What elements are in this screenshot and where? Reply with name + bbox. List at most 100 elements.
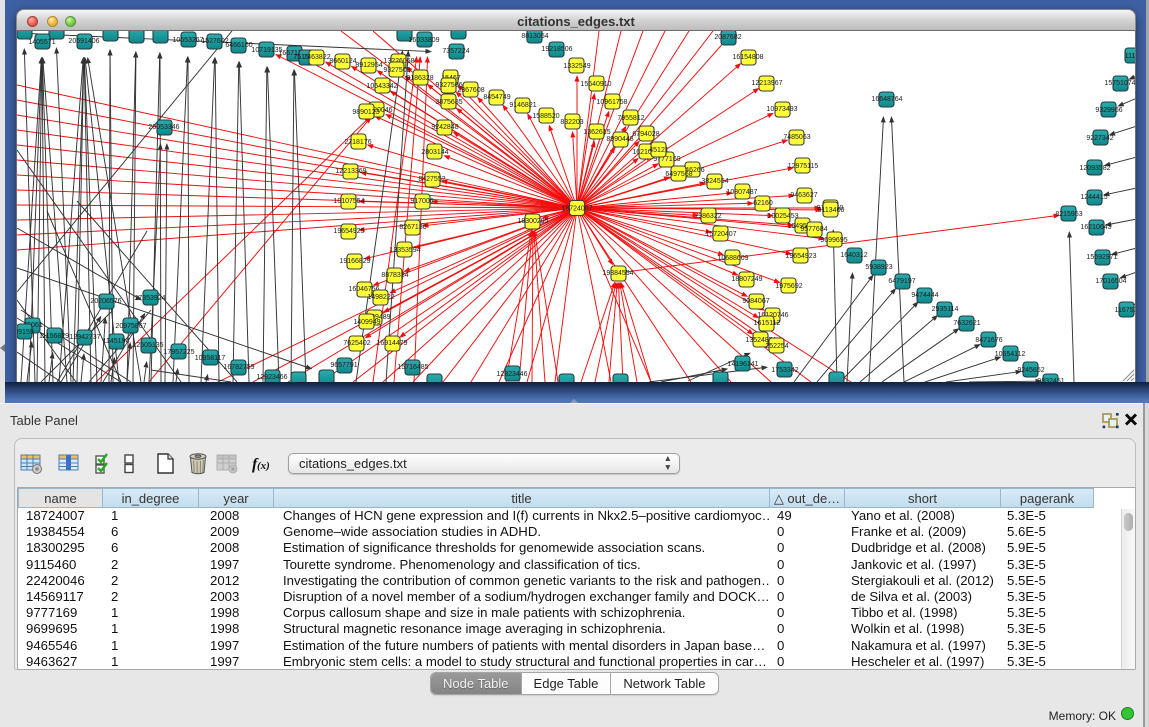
svg-text:12505135: 12505135 bbox=[132, 342, 163, 349]
svg-text:252254: 252254 bbox=[765, 343, 788, 350]
svg-text:11156829: 11156829 bbox=[39, 333, 69, 340]
svg-text:12975115: 12975115 bbox=[788, 163, 819, 170]
svg-text:1975692: 1975692 bbox=[775, 283, 802, 290]
svg-text:1362615: 1362615 bbox=[583, 129, 610, 136]
svg-text:10543342: 10543342 bbox=[366, 83, 397, 90]
svg-text:6479197: 6479197 bbox=[888, 278, 915, 285]
svg-text:8427552: 8427552 bbox=[418, 176, 445, 183]
svg-text:9146821: 9146821 bbox=[509, 102, 536, 109]
svg-text:7986322: 7986322 bbox=[694, 213, 721, 220]
svg-text:116753: 116753 bbox=[1115, 307, 1136, 314]
svg-text:17957225: 17957225 bbox=[163, 349, 194, 356]
svg-text:1112: 1112 bbox=[1125, 53, 1136, 60]
svg-text:18300295: 18300295 bbox=[517, 218, 548, 225]
svg-text:9474444: 9474444 bbox=[911, 292, 938, 299]
svg-text:16648764: 16648764 bbox=[871, 96, 902, 103]
svg-text:45121: 45121 bbox=[649, 147, 669, 154]
svg-text:9242848: 9242848 bbox=[431, 124, 458, 131]
svg-text:7485063: 7485063 bbox=[783, 134, 810, 141]
svg-text:8813054: 8813054 bbox=[521, 33, 548, 40]
svg-text:3824554: 3824554 bbox=[701, 178, 728, 185]
svg-text:8878334: 8878334 bbox=[381, 272, 408, 279]
svg-text:5938923: 5938923 bbox=[865, 264, 892, 271]
svg-text:10025453: 10025453 bbox=[767, 213, 798, 220]
svg-text:2718176: 2718176 bbox=[344, 139, 371, 146]
svg-text:2087682: 2087682 bbox=[714, 34, 741, 41]
svg-text:6794028: 6794028 bbox=[632, 131, 659, 138]
svg-text:3875685: 3875685 bbox=[435, 99, 462, 106]
svg-text:9890123: 9890123 bbox=[352, 109, 379, 116]
svg-text:17353924: 17353924 bbox=[134, 295, 165, 302]
svg-text:19384554: 19384554 bbox=[602, 270, 633, 277]
svg-text:6466160: 6466160 bbox=[225, 42, 252, 49]
svg-text:62160: 62160 bbox=[753, 200, 773, 207]
svg-text:8471676: 8471676 bbox=[975, 337, 1002, 344]
svg-text:10807487: 10807487 bbox=[726, 189, 757, 196]
svg-text:12213967: 12213967 bbox=[751, 80, 782, 87]
svg-text:9577684: 9577684 bbox=[800, 226, 827, 233]
svg-text:1640312: 1640312 bbox=[840, 252, 867, 259]
svg-text:15720407: 15720407 bbox=[705, 231, 736, 238]
svg-text:9327503: 9327503 bbox=[383, 67, 410, 74]
svg-text:16914479: 16914479 bbox=[376, 340, 407, 347]
svg-text:10958117: 10958117 bbox=[195, 355, 226, 362]
svg-text:2935114: 2935114 bbox=[932, 306, 959, 313]
svg-text:9329966: 9329966 bbox=[1095, 107, 1122, 114]
svg-text:9084067: 9084067 bbox=[742, 298, 769, 305]
svg-text:20206576: 20206576 bbox=[90, 298, 121, 305]
svg-text:1244415: 1244415 bbox=[1080, 194, 1107, 201]
svg-text:8215953: 8215953 bbox=[1055, 211, 1082, 218]
svg-text:1615112: 1615112 bbox=[754, 320, 781, 327]
svg-text:15751074: 15751074 bbox=[1104, 80, 1135, 87]
svg-text:9113400: 9113400 bbox=[818, 207, 845, 214]
svg-text:20053346: 20053346 bbox=[148, 124, 179, 131]
svg-text:18807249: 18807249 bbox=[731, 276, 762, 283]
svg-text:(x): (x) bbox=[257, 460, 270, 472]
svg-text:10973493: 10973493 bbox=[766, 106, 797, 113]
svg-text:13353594: 13353594 bbox=[389, 247, 420, 254]
svg-text:15692971: 15692971 bbox=[1086, 254, 1117, 261]
svg-text:18724007: 18724007 bbox=[561, 206, 592, 213]
svg-text:1332549: 1332549 bbox=[563, 63, 590, 70]
svg-text:20691406: 20691406 bbox=[68, 38, 99, 45]
svg-text:39159: 39159 bbox=[17, 329, 34, 336]
svg-text:19654923: 19654923 bbox=[785, 253, 816, 260]
svg-text:15640910: 15640910 bbox=[580, 81, 611, 88]
svg-text:8912954: 8912954 bbox=[355, 62, 382, 69]
svg-text:19218506: 19218506 bbox=[541, 46, 572, 53]
svg-text:9463627: 9463627 bbox=[790, 192, 817, 199]
svg-text:8660124: 8660124 bbox=[329, 58, 356, 65]
svg-text:7463822: 7463822 bbox=[303, 54, 330, 61]
svg-text:16782759: 16782759 bbox=[223, 364, 254, 371]
svg-text:9227342: 9227342 bbox=[1086, 135, 1113, 142]
svg-text:7632621: 7632621 bbox=[953, 320, 980, 327]
svg-text:8267130: 8267130 bbox=[399, 224, 426, 231]
svg-text:917006: 917006 bbox=[410, 198, 433, 205]
svg-text:14196141: 14196141 bbox=[727, 361, 758, 368]
svg-text:1409949: 1409949 bbox=[353, 319, 380, 326]
svg-text:10654112: 10654112 bbox=[995, 351, 1026, 358]
svg-text:9657791: 9657791 bbox=[330, 362, 357, 369]
svg-text:10961758: 10961758 bbox=[596, 99, 627, 106]
svg-text:1145194: 1145194 bbox=[103, 338, 130, 345]
svg-text:12093582: 12093582 bbox=[1079, 165, 1110, 172]
svg-text:19654925: 19654925 bbox=[333, 228, 364, 235]
svg-text:19166829: 19166829 bbox=[339, 258, 370, 265]
svg-text:2803144: 2803144 bbox=[421, 149, 448, 156]
svg-text:10653267: 10653267 bbox=[172, 37, 203, 44]
svg-text:16154808: 16154808 bbox=[732, 54, 763, 61]
svg-text:7357224: 7357224 bbox=[442, 48, 469, 55]
svg-text:12923466: 12923466 bbox=[256, 374, 287, 381]
svg-text:12213369: 12213369 bbox=[335, 168, 366, 175]
svg-text:16033809: 16033809 bbox=[408, 37, 439, 44]
svg-text:15716485: 15716485 bbox=[397, 364, 428, 371]
svg-text:7955812: 7955812 bbox=[617, 115, 644, 122]
svg-text:10688609: 10688609 bbox=[717, 255, 748, 262]
svg-text:8186328: 8186328 bbox=[406, 75, 433, 82]
svg-text:8990448: 8990448 bbox=[606, 136, 633, 143]
svg-text:16210643: 16210643 bbox=[1080, 224, 1111, 231]
svg-text:6497568: 6497568 bbox=[665, 171, 692, 178]
svg-text:10107554: 10107554 bbox=[333, 198, 364, 205]
svg-text:1405571: 1405571 bbox=[28, 39, 55, 46]
svg-text:12942737: 12942737 bbox=[69, 334, 100, 341]
